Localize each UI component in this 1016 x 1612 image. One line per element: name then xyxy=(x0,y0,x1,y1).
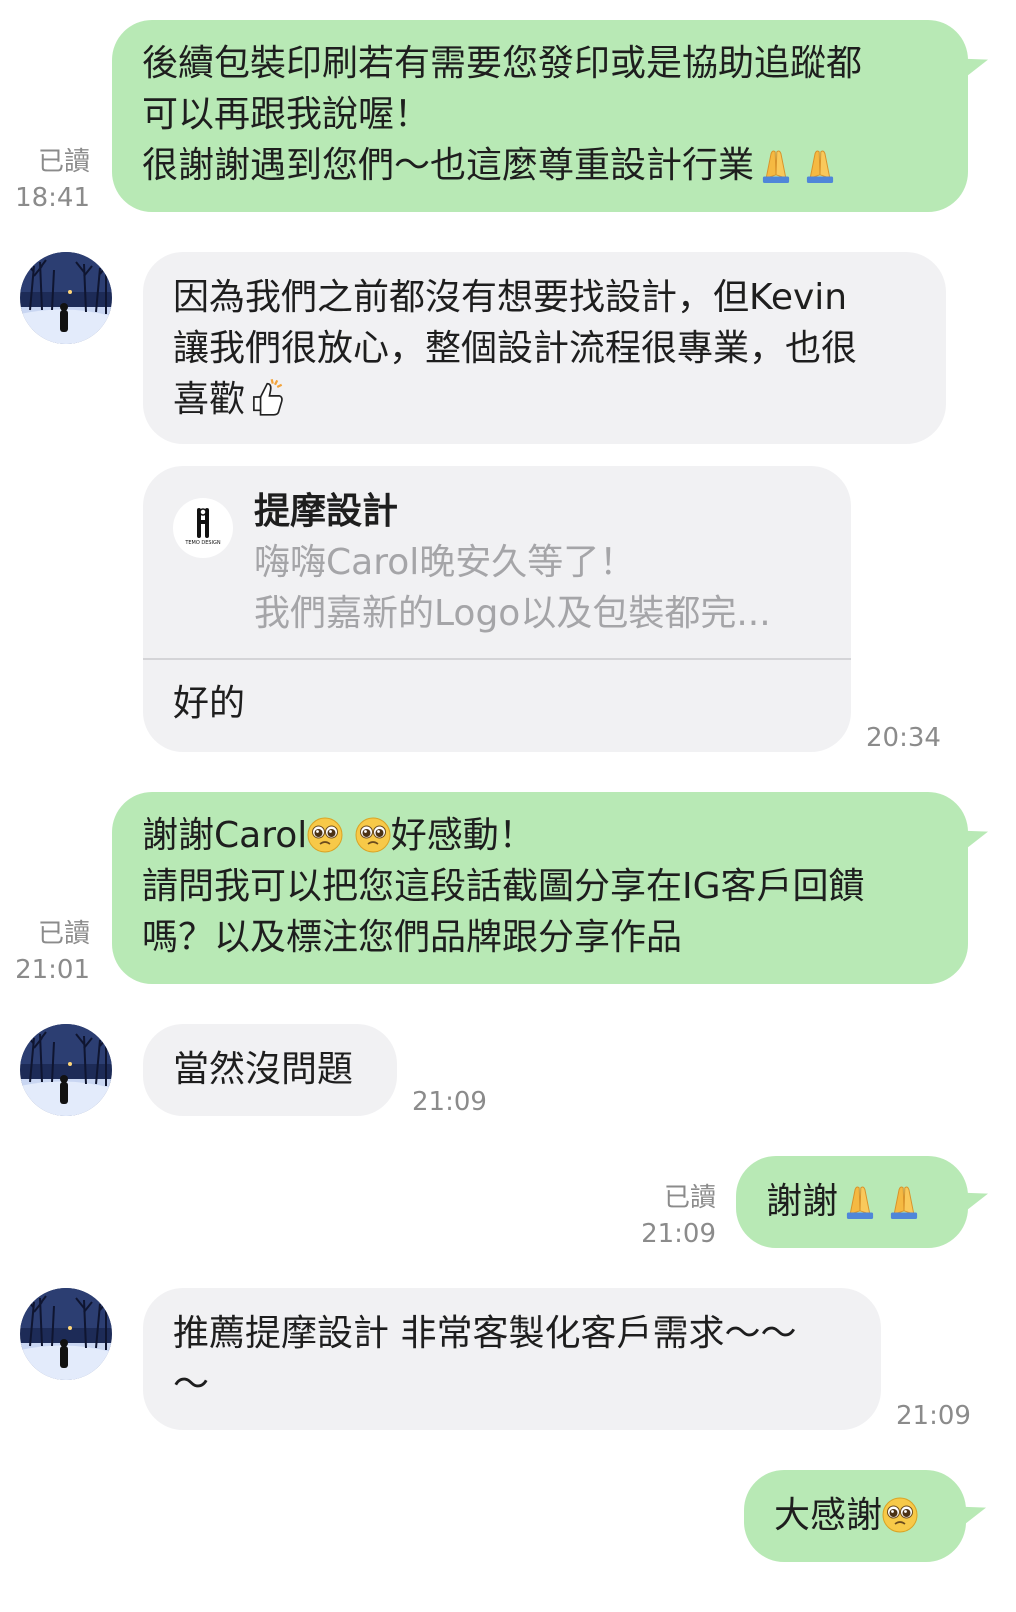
praying-hands-icon xyxy=(806,150,834,183)
pleading-face-icon xyxy=(354,817,391,853)
message-row-m3: TEMO DESIGN 提摩設計 嗨嗨Carol晚安久等了！ 我們嘉新的Logo… xyxy=(0,466,1016,756)
message-row-m5: 當然沒問題 21:09 xyxy=(0,1024,1016,1124)
message-time: 21:09 xyxy=(412,1087,487,1117)
message-text-line: 可以再跟我說喔！ xyxy=(142,94,431,135)
quote-text-line: 嗨嗨Carol晚安久等了！ xyxy=(254,542,636,583)
message-text: 好的 xyxy=(173,683,246,724)
contact-avatar[interactable] xyxy=(20,252,112,344)
message-text-line: 很謝謝遇到您們～也這麼尊重設計行業 xyxy=(142,140,938,191)
message-row-m7: 推薦提摩設計 非常客製化客戶需求～～ ～ 21:09 xyxy=(0,1288,1016,1438)
outgoing-message-bubble[interactable]: 大感謝 xyxy=(744,1470,966,1562)
read-receipt: 已讀 21:09 xyxy=(600,1180,716,1252)
thumbs-up-icon xyxy=(252,378,284,416)
message-row-m6: 已讀 21:09 謝謝 xyxy=(0,1156,1016,1256)
quote-brand-logo: TEMO DESIGN xyxy=(173,498,233,558)
message-time: 21:01 xyxy=(15,955,90,985)
outgoing-message-bubble[interactable]: 謝謝 xyxy=(736,1156,968,1248)
message-text-line: 因為我們之前都沒有想要找設計，但Kevin xyxy=(173,277,848,318)
message-row-m1: 已讀 18:41 後續包裝印刷若有需要您發印或是協助追蹤都 可以再跟我說喔！ 很… xyxy=(0,20,1016,220)
message-text-line: 讓我們很放心，整個設計流程很專業，也很 xyxy=(173,328,858,369)
incoming-message-bubble[interactable]: 當然沒問題 xyxy=(143,1024,397,1116)
incoming-reply-bubble[interactable]: TEMO DESIGN 提摩設計 嗨嗨Carol晚安久等了！ 我們嘉新的Logo… xyxy=(143,466,851,752)
message-text-line: 謝謝Carol 好感動！ xyxy=(142,815,535,856)
message-text-line: 請問我可以把您這段話截圖分享在IG客戶回饋 xyxy=(142,866,865,907)
temo-logo-icon xyxy=(197,508,209,538)
quote-body: 提摩設計 嗨嗨Carol晚安久等了！ 我們嘉新的Logo以及包裝都完... xyxy=(254,486,814,639)
message-text-line: 推薦提摩設計 非常客製化客戶需求～～ xyxy=(173,1313,797,1354)
pleading-face-icon xyxy=(307,817,344,853)
message-row-m2: 因為我們之前都沒有想要找設計，但Kevin 讓我們很放心，整個設計流程很專業，也… xyxy=(0,252,1016,452)
contact-avatar[interactable] xyxy=(20,1024,112,1116)
message-text: 謝謝 xyxy=(766,1176,938,1227)
quote-divider xyxy=(143,658,851,660)
message-time: 20:34 xyxy=(866,723,941,753)
message-text-line: ～ xyxy=(173,1364,210,1405)
outgoing-message-bubble[interactable]: 後續包裝印刷若有需要您發印或是協助追蹤都 可以再跟我說喔！ 很謝謝遇到您們～也這… xyxy=(112,20,968,212)
message-text-line: 嗎？以及標注您們品牌跟分享作品 xyxy=(142,917,683,958)
message-time: 21:09 xyxy=(896,1401,971,1431)
quote-text-line: 我們嘉新的Logo以及包裝都完... xyxy=(254,593,771,634)
message-row-m4: 已讀 21:01 謝謝Carol 好感動！ 請問我可以把您這段話截圖分享在IG客… xyxy=(0,792,1016,992)
incoming-message-bubble[interactable]: 因為我們之前都沒有想要找設計，但Kevin 讓我們很放心，整個設計流程很專業，也… xyxy=(143,252,946,444)
message-time: 21:09 xyxy=(641,1219,716,1249)
logo-caption: TEMO DESIGN xyxy=(185,540,221,546)
message-row-m8: 大感謝 xyxy=(0,1470,1016,1612)
read-receipt: 已讀 21:01 xyxy=(0,916,90,988)
contact-avatar[interactable] xyxy=(20,1288,112,1380)
message-text-line: 喜歡 xyxy=(173,374,916,425)
message-time: 18:41 xyxy=(15,183,90,213)
incoming-message-bubble[interactable]: 推薦提摩設計 非常客製化客戶需求～～ ～ xyxy=(143,1288,881,1430)
quoted-message[interactable]: TEMO DESIGN 提摩設計 嗨嗨Carol晚安久等了！ 我們嘉新的Logo… xyxy=(143,466,851,658)
message-text: 大感謝 xyxy=(774,1490,936,1541)
praying-hands-icon xyxy=(762,150,790,183)
read-receipt: 已讀 18:41 xyxy=(0,144,90,216)
praying-hands-icon xyxy=(846,1186,874,1219)
message-text: 當然沒問題 xyxy=(173,1049,354,1090)
praying-hands-icon xyxy=(890,1186,918,1219)
message-text-line: 後續包裝印刷若有需要您發印或是協助追蹤都 xyxy=(142,43,863,84)
outgoing-message-bubble[interactable]: 謝謝Carol 好感動！ 請問我可以把您這段話截圖分享在IG客戶回饋 嗎？以及標… xyxy=(112,792,968,984)
quote-sender-name: 提摩設計 xyxy=(254,491,399,532)
pleading-face-icon xyxy=(882,1497,918,1533)
